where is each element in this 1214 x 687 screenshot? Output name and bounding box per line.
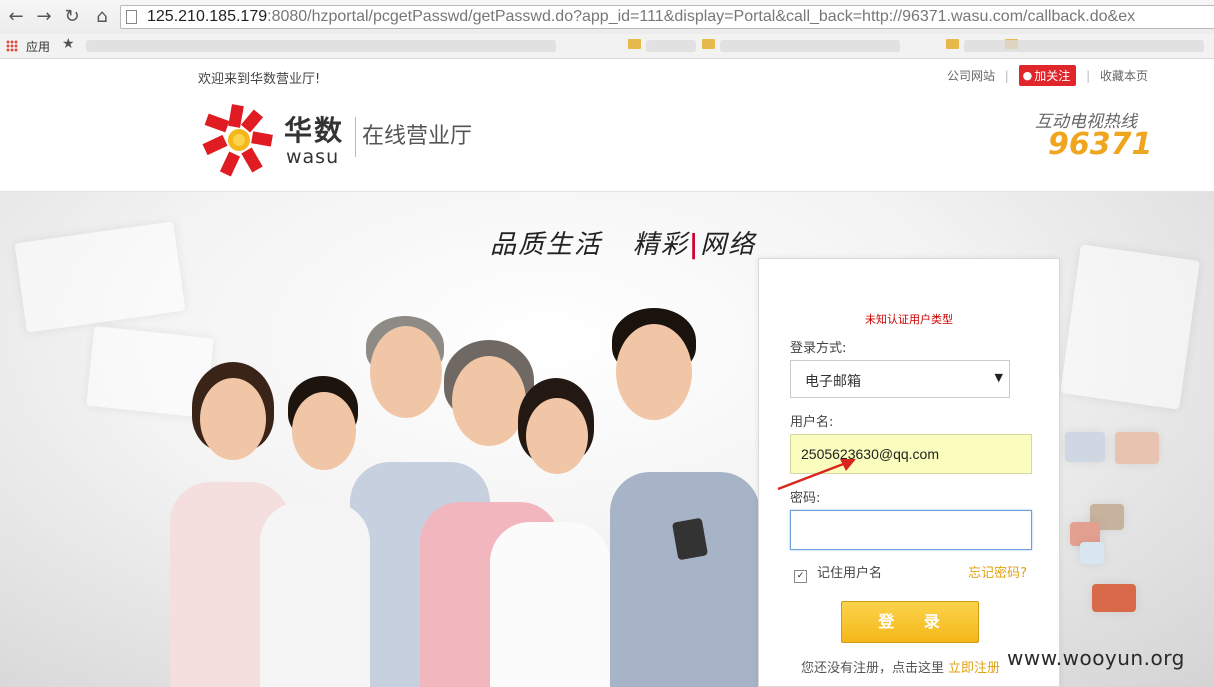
thumb-photo (1065, 432, 1105, 462)
login-method-value: 电子邮箱 (805, 374, 861, 390)
back-icon[interactable]: ← (6, 6, 26, 28)
watermark: www.wooyun.org (1007, 646, 1185, 670)
blurred-bookmark (720, 40, 900, 52)
figure-face (452, 356, 526, 446)
figure-face (370, 326, 442, 418)
login-method-select[interactable]: 电子邮箱 ▼ (790, 360, 1010, 398)
figure-body (260, 502, 370, 687)
forgot-password-link[interactable]: 忘记密码? (968, 562, 1027, 581)
bookmark-page-link[interactable]: 收藏本页 (1100, 69, 1148, 83)
site-header: 华数 wasu 在线营业厅 互动电视热线 96371 (0, 91, 1214, 192)
home-icon[interactable]: ⌂ (92, 6, 112, 28)
divider: | (1086, 68, 1091, 83)
weibo-follow-button[interactable]: ● 加关注 (1018, 65, 1077, 86)
blurred-bookmarks (86, 40, 556, 52)
brand-subtitle: 在线营业厅 (362, 124, 473, 149)
remember-checkbox[interactable]: ✓ (794, 570, 807, 583)
url-path: :8080/hzportal/pcgetPasswd/getPasswd.do?… (267, 8, 1136, 25)
remember-username[interactable]: ✓ 记住用户名 (794, 562, 882, 583)
blurred-bookmark (646, 40, 696, 52)
slogan-part: 网络 (700, 230, 757, 260)
figure-body (610, 472, 760, 687)
chevron-down-icon: ▼ (994, 371, 1003, 384)
star-icon[interactable]: ★ (62, 36, 75, 52)
forward-icon[interactable]: → (34, 6, 54, 28)
error-message: 未知认证用户类型 (865, 313, 953, 326)
register-link[interactable]: 立即注册 (948, 661, 1000, 676)
login-button[interactable]: 登 录 (841, 601, 979, 643)
figure-face (292, 392, 356, 470)
username-label: 用户名: (790, 415, 834, 430)
folder-icon[interactable] (628, 39, 641, 49)
thumb-photo (1115, 432, 1159, 464)
address-bar[interactable]: 125.210.185.179:8080/hzportal/pcgetPassw… (120, 5, 1214, 29)
site-topbar: 欢迎来到华数营业厅! 公司网站 | ● 加关注 | 收藏本页 (0, 59, 1214, 91)
slogan-part: 品质生活 (490, 230, 603, 260)
remember-label: 记住用户名 (817, 566, 883, 581)
slogan-accent: | (688, 230, 701, 260)
url-text: 125.210.185.179:8080/hzportal/pcgetPassw… (147, 8, 1135, 26)
apps-icon[interactable] (6, 40, 18, 52)
folder-icon[interactable] (702, 39, 715, 49)
url-host: 125.210.185.179 (147, 8, 268, 25)
browser-toolbar: ← → ↻ ⌂ 125.210.185.179:8080/hzportal/pc… (0, 0, 1214, 35)
tv-remote-image (671, 517, 709, 561)
brand-name-en: wasu (286, 146, 340, 168)
divider: | (1004, 68, 1009, 83)
reload-icon[interactable]: ↻ (62, 6, 82, 28)
slogan: 品质生活 精彩|网络 (490, 224, 756, 261)
blurred-bookmark (964, 40, 1204, 52)
bookmarks-bar: 应用 ★ (0, 34, 1214, 59)
slogan-part: 精彩 (632, 230, 689, 260)
annotation-arrow-icon (777, 459, 856, 491)
register-note-text: 您还没有注册，点击这里 (801, 661, 945, 676)
figure-face (616, 324, 692, 420)
page-icon (126, 10, 137, 24)
company-site-link[interactable]: 公司网站 (947, 69, 995, 83)
decor-panel (14, 221, 186, 333)
figure-face (526, 398, 588, 474)
figure-face (200, 378, 266, 460)
brand-name-cn: 华数 (284, 114, 345, 147)
follow-label: 加关注 (1034, 69, 1071, 83)
hotline-number: 96371 (1048, 127, 1153, 162)
thumb-photo (1080, 542, 1104, 564)
folder-icon[interactable] (946, 39, 959, 49)
thumb-photo (1092, 584, 1136, 612)
figure-body (490, 522, 610, 687)
brand-divider (355, 117, 356, 157)
decor-panel (1060, 244, 1200, 410)
apps-label[interactable]: 应用 (26, 38, 50, 55)
weibo-icon: ● (1022, 69, 1033, 82)
wasu-logo-icon[interactable] (202, 103, 276, 177)
login-method-label: 登录方式: (790, 341, 847, 356)
top-links: 公司网站 | ● 加关注 | 收藏本页 (947, 65, 1148, 86)
welcome-text: 欢迎来到华数营业厅! (198, 72, 321, 87)
family-photo (160, 308, 760, 687)
password-input[interactable] (790, 510, 1032, 550)
register-note: 您还没有注册，点击这里 立即注册 (801, 657, 1000, 676)
